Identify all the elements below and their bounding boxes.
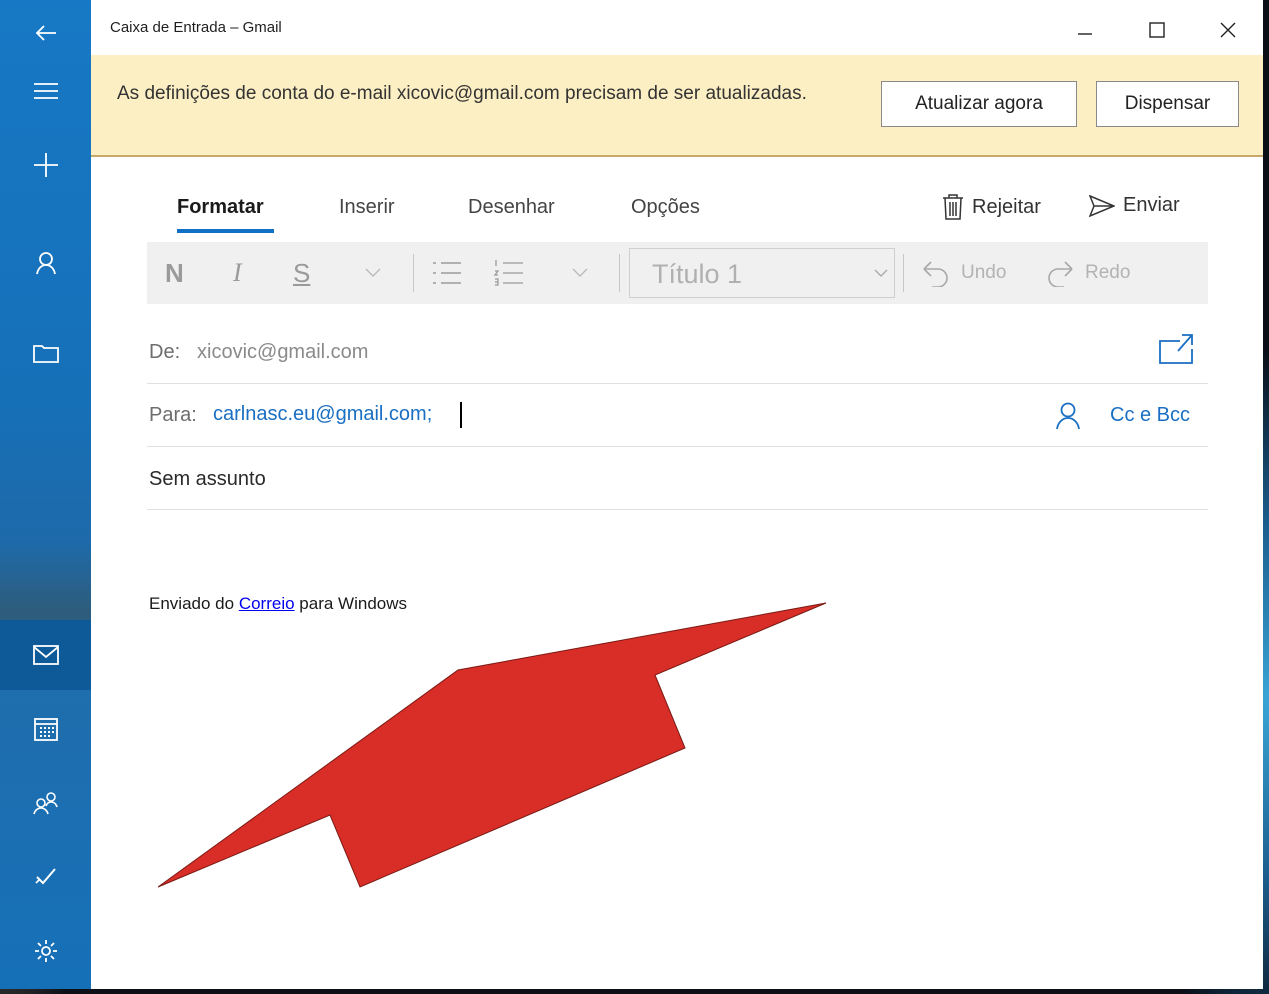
mail-icon xyxy=(32,645,59,665)
close-icon xyxy=(1220,22,1236,38)
mail-app-window: Caixa de Entrada – Gmail As definições d… xyxy=(0,0,1263,989)
subject-field[interactable]: Sem assunto xyxy=(149,468,266,491)
list-options-dropdown[interactable] xyxy=(572,242,588,304)
signature-prefix: Enviado do xyxy=(149,594,235,613)
redo-icon xyxy=(1048,261,1073,287)
settings-button[interactable] xyxy=(0,918,91,984)
chevron-down-icon xyxy=(874,269,888,277)
window-title: Caixa de Entrada – Gmail xyxy=(110,19,282,36)
back-arrow-icon xyxy=(35,25,56,41)
folders-button[interactable] xyxy=(0,320,91,386)
dismiss-button[interactable]: Dispensar xyxy=(1096,81,1239,127)
to-recipient[interactable]: carlnasc.eu@gmail.com; xyxy=(213,403,432,426)
maximize-icon xyxy=(1149,22,1165,38)
discard-button[interactable]: Rejeitar xyxy=(942,194,1041,220)
tab-format[interactable]: Formatar xyxy=(177,196,264,219)
title-bar[interactable]: Caixa de Entrada – Gmail xyxy=(91,0,1263,55)
bullet-list-icon xyxy=(433,262,461,284)
todo-icon xyxy=(34,868,56,885)
send-label: Enviar xyxy=(1123,194,1180,216)
from-value[interactable]: xicovic@gmail.com xyxy=(197,341,368,364)
signature-suffix: para Windows xyxy=(299,594,408,613)
numbered-list-icon xyxy=(493,260,523,286)
navigation-rail xyxy=(0,0,91,989)
to-label: Para: xyxy=(149,404,197,426)
contacts-icon[interactable] xyxy=(1055,402,1081,430)
hamburger-icon xyxy=(33,83,58,99)
people-button[interactable] xyxy=(0,770,91,836)
notice-message: As definições de conta do e-mail xicovic… xyxy=(117,83,807,104)
cc-bcc-link[interactable]: Cc e Bcc xyxy=(1110,404,1190,427)
update-now-button[interactable]: Atualizar agora xyxy=(881,81,1077,127)
menu-button[interactable] xyxy=(0,58,91,124)
italic-button[interactable]: I xyxy=(233,242,242,304)
trash-icon xyxy=(943,194,963,220)
format-toolbar: N I S Título 1 Undo Redo xyxy=(147,242,1208,304)
minimize-button[interactable] xyxy=(1065,14,1105,46)
todo-button[interactable] xyxy=(0,844,91,910)
numbered-list-button[interactable] xyxy=(493,242,525,304)
tab-insert[interactable]: Inserir xyxy=(339,196,395,219)
settings-icon xyxy=(34,940,57,962)
underline-button[interactable]: S xyxy=(293,242,310,304)
undo-button[interactable]: Undo xyxy=(921,242,1006,304)
send-icon xyxy=(1089,194,1115,217)
font-options-dropdown[interactable] xyxy=(365,242,381,304)
accounts-button[interactable] xyxy=(0,230,91,296)
minimize-icon xyxy=(1078,33,1092,35)
tab-options[interactable]: Opções xyxy=(631,196,700,219)
chevron-down-icon xyxy=(365,268,381,277)
tab-draw[interactable]: Desenhar xyxy=(468,196,555,219)
calendar-icon xyxy=(33,718,58,741)
back-button[interactable] xyxy=(0,0,91,66)
close-button[interactable] xyxy=(1208,14,1248,46)
account-settings-notice: As definições de conta do e-mail xicovic… xyxy=(91,55,1263,157)
discard-label: Rejeitar xyxy=(972,195,1041,218)
active-tab-indicator xyxy=(177,229,274,233)
toolbar-divider xyxy=(413,254,414,292)
account-icon xyxy=(35,252,56,275)
to-row[interactable]: Para: carlnasc.eu@gmail.com; Cc e Bcc xyxy=(147,384,1208,447)
new-mail-icon xyxy=(33,153,58,177)
subject-row[interactable]: Sem assunto xyxy=(147,447,1208,510)
send-button[interactable]: Enviar xyxy=(1089,194,1180,217)
from-label: De: xyxy=(149,341,181,363)
message-signature[interactable]: Enviado do Correio para Windows xyxy=(149,594,407,614)
new-mail-button[interactable] xyxy=(0,132,91,198)
redo-button[interactable]: Redo xyxy=(1045,242,1130,304)
calendar-button[interactable] xyxy=(0,696,91,762)
pop-out-icon[interactable] xyxy=(1158,333,1194,365)
folders-icon xyxy=(32,345,59,363)
toolbar-divider xyxy=(619,254,620,292)
bullet-list-button[interactable] xyxy=(431,242,463,304)
text-cursor xyxy=(460,402,462,428)
paragraph-style-select[interactable]: Título 1 xyxy=(629,248,895,298)
mail-app-link[interactable]: Correio xyxy=(239,594,295,613)
mail-button[interactable] xyxy=(0,620,91,690)
from-row: De: xicovic@gmail.com xyxy=(147,321,1208,384)
chevron-down-icon xyxy=(572,268,588,277)
undo-label: Undo xyxy=(961,262,1007,283)
undo-icon xyxy=(923,261,948,287)
redo-label: Redo xyxy=(1085,262,1131,283)
bold-button[interactable]: N xyxy=(165,242,184,304)
maximize-button[interactable] xyxy=(1137,14,1177,46)
toolbar-divider xyxy=(903,254,904,292)
people-icon xyxy=(32,792,58,815)
paragraph-style-value: Título 1 xyxy=(652,259,743,289)
